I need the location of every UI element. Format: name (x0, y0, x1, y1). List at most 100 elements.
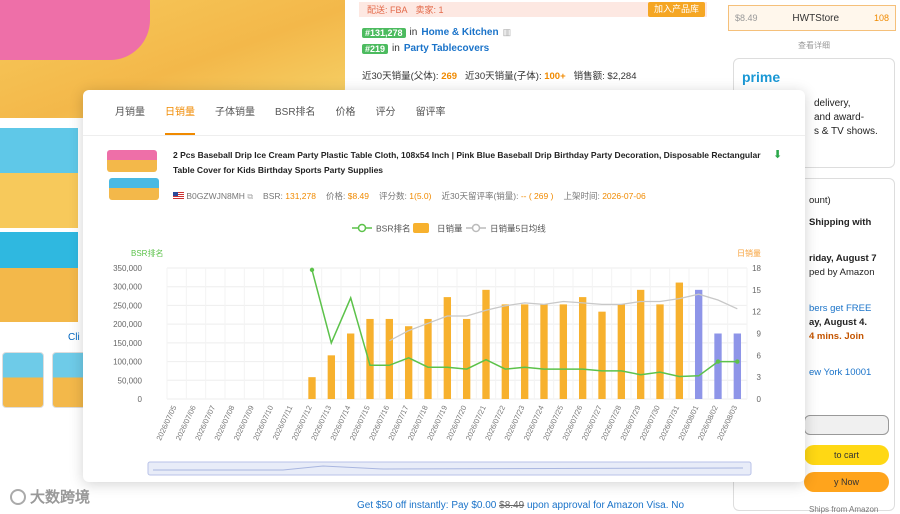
delivery-location[interactable]: ew York 10001 (809, 367, 871, 378)
buybox-line: ay, August 4. (809, 317, 868, 328)
right-tick-label: 9 (757, 330, 762, 339)
sales-chart: BSR排名 日销量 日销量5日均线 BSR排名 日销量 350,000 300,000 250… (83, 215, 805, 482)
add-to-cart-button[interactable]: to cart (804, 445, 889, 465)
asin[interactable]: B0GZWJN8MH ⧉ (173, 191, 253, 202)
seller-count-value: 108 (873, 13, 889, 23)
buybox-line[interactable]: bers get FREE (809, 303, 871, 314)
watermark-logo-icon (10, 488, 26, 505)
rank-category-link[interactable]: Home & Kitchen (421, 27, 498, 38)
product-info-panel: 配送: FBA 卖家: 1 加入产品库 #131,278 in Home & K… (357, 0, 707, 90)
legend-label: BSR排名 (376, 224, 410, 234)
rating-label: 评分数: (379, 191, 407, 201)
product-thumbnail[interactable] (2, 352, 44, 408)
external-link-icon[interactable]: ⧉ (247, 192, 253, 201)
right-axis-title: 日销量 (737, 248, 761, 258)
product-title[interactable]: 2 Pcs Baseball Drip Ice Cream Party Plas… (173, 148, 763, 178)
sales-bar (482, 289, 490, 399)
sales-bar (385, 318, 394, 399)
buy-now-button[interactable]: y Now (804, 472, 889, 492)
download-icon[interactable]: ⬇ (773, 148, 785, 161)
bsr-point (735, 359, 740, 364)
tab-price[interactable]: 价格 (326, 90, 366, 135)
buybox-line: ount) (809, 195, 831, 206)
rank-category-link[interactable]: Party Tablecovers (404, 43, 489, 54)
popup-product-image[interactable] (107, 150, 159, 206)
product-image-blue[interactable] (0, 128, 78, 228)
sales-bar (404, 326, 413, 399)
sales-bar (578, 297, 587, 399)
buybox-line: riday, August 7 (809, 253, 877, 264)
bar-chart-icon[interactable]: ▥ (503, 27, 512, 38)
watermark-text: 大数跨境 (30, 489, 91, 506)
sales-bar (733, 333, 742, 399)
sales-label: 近30天销量(子体): (465, 71, 542, 82)
price-value: $8.49 (347, 191, 370, 201)
tab-bsr-rank[interactable]: BSR排名 (265, 90, 326, 135)
tab-review-rate[interactable]: 留评率 (406, 90, 456, 135)
rank-in: in (409, 27, 418, 38)
us-flag-icon (173, 192, 184, 201)
sales-bar (501, 304, 510, 399)
left-tick-label: 100,000 (113, 358, 142, 367)
listed-label: 上架时间: (563, 191, 600, 201)
quantity-select[interactable] (804, 415, 889, 435)
sales-bar (714, 333, 722, 399)
seller-price: $8.49 (735, 13, 758, 23)
right-tick-label: 6 (757, 351, 762, 360)
legend-swatch (413, 223, 429, 233)
bsr-label: BSR: (263, 191, 283, 201)
right-tick-label: 3 (757, 373, 762, 382)
click-hint[interactable]: Cli (68, 332, 80, 343)
review-label: 近30天留评率(销量): (441, 191, 519, 201)
sales-popup: 月销量 日销量 子体销量 BSR排名 价格 评分 留评率 2 Pcs Baseb… (83, 90, 805, 482)
sales-bar (520, 304, 529, 399)
tab-daily-sales[interactable]: 日销量 (155, 90, 205, 135)
legend-label: 日销量5日均线 (490, 224, 546, 234)
price-label: 价格: (325, 191, 346, 201)
sales-bar (462, 318, 471, 399)
bsr-point (715, 359, 721, 364)
sales-bar (559, 304, 568, 399)
chart-svg: BSR排名 日销量 日销量5日均线BSR排名 日销量350,000300,000250… (113, 223, 762, 476)
review-value: -- ( 269 ) (520, 191, 554, 201)
tab-monthly-sales[interactable]: 月销量 (105, 90, 155, 135)
rank-in: in (392, 43, 400, 54)
sales-bar (327, 355, 336, 399)
right-tick-label: 12 (752, 308, 761, 317)
sales-bar (617, 304, 626, 399)
buybox-line[interactable]: 4 mins. Join (809, 331, 864, 342)
prime-logo[interactable]: prime (742, 69, 780, 85)
add-to-library-button[interactable]: 加入产品库 (647, 2, 705, 17)
right-tick-label: 15 (752, 286, 761, 295)
product-image-thumb-strip[interactable] (0, 232, 78, 322)
legend-swatch-dot (471, 223, 481, 233)
prime-text: delivery, and award- s & TV shows. (814, 97, 878, 139)
listed-value: 2026-07-06 (602, 191, 646, 201)
tab-child-sales[interactable]: 子体销量 (205, 90, 265, 135)
prime-line: s & TV shows. (814, 126, 878, 137)
sales-value: $2,284 (607, 71, 637, 82)
left-tick-label: 200,000 (113, 320, 142, 329)
sales-bar (656, 304, 664, 399)
sales-bar (346, 333, 355, 399)
rating-value: 1(5.0) (409, 191, 432, 201)
left-tick-label: 0 (138, 395, 143, 404)
left-tick-label: 150,000 (113, 339, 142, 348)
product-meta: B0GZWJN8MH ⧉ BSR: 131,278 价格: $8.49 评分数:… (173, 190, 646, 202)
rank-tag: #219 (362, 43, 389, 54)
right-tick-label: 0 (757, 395, 762, 404)
sales-bar (540, 304, 548, 399)
sales-bar (598, 311, 606, 399)
tab-rating[interactable]: 评分 (366, 90, 406, 135)
promo-line[interactable]: Get $50 off instantly: Pay $0.00 $8.49 u… (357, 500, 684, 511)
sales-bar (694, 289, 703, 399)
asin-value: B0GZWJN8MH (186, 190, 245, 201)
view-details-link[interactable]: 查看详细 (798, 40, 830, 51)
seller-name[interactable]: HWTStore (792, 13, 839, 24)
seller-box[interactable]: $8.49 HWTStore 108 (728, 5, 896, 31)
popup-tabs: 月销量 日销量 子体销量 BSR排名 价格 评分 留评率 (83, 90, 805, 136)
left-tick-label: 300,000 (113, 283, 142, 292)
rank-tag: #131,278 (362, 27, 406, 38)
sales-value: 269 (441, 71, 458, 82)
rank-line: #219 in Party Tablecovers (362, 43, 489, 54)
